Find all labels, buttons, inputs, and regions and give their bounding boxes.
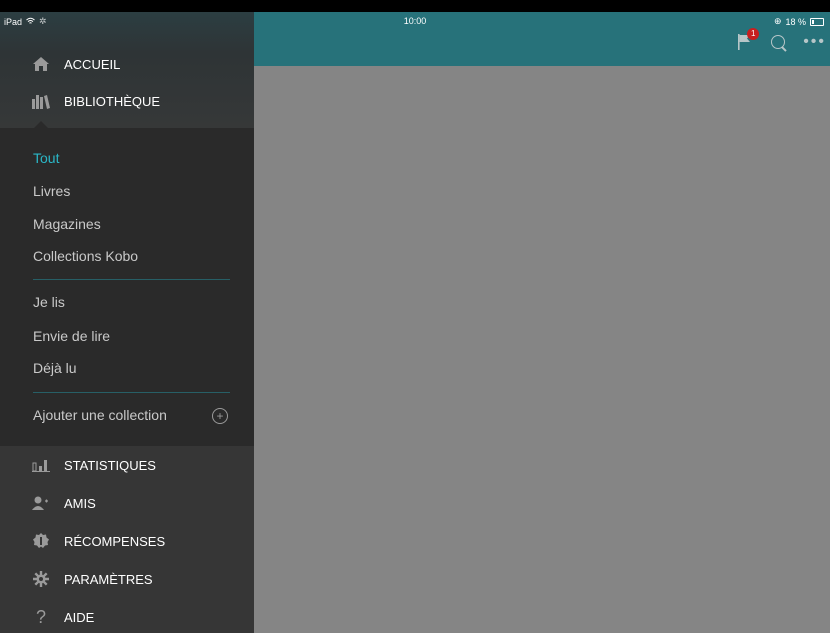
submenu-pointer: [34, 121, 48, 128]
divider: [33, 279, 230, 280]
add-circle-icon[interactable]: +: [212, 408, 228, 424]
library-livres[interactable]: Livres: [33, 183, 70, 199]
help-icon: ?: [35, 606, 46, 627]
friends-icon: [30, 492, 52, 514]
screen: ACCUEIL BIBLIOTHÈQUE Tout Livres Magazin…: [0, 12, 830, 633]
notifications-flag-icon[interactable]: 1: [737, 28, 760, 50]
nav-item-accueil[interactable]: ACCUEIL: [0, 46, 254, 82]
library-magazines[interactable]: Magazines: [33, 216, 101, 232]
nav-item-bibliotheque[interactable]: BIBLIOTHÈQUE: [0, 83, 254, 119]
search-icon[interactable]: [771, 35, 786, 49]
library-submenu: [0, 128, 254, 446]
library-collections-kobo[interactable]: Collections Kobo: [33, 248, 138, 264]
rewards-icon: [30, 530, 52, 552]
stats-icon: [30, 454, 52, 476]
status-time: 10:00: [403, 16, 427, 26]
nav-item-recompenses[interactable]: RÉCOMPENSES: [0, 523, 254, 559]
library-icon: [30, 90, 52, 112]
nav-item-parametres[interactable]: PARAMÈTRES: [0, 561, 254, 597]
nav-item-aide[interactable]: ? AIDE: [0, 599, 254, 633]
battery-icon: [810, 17, 824, 26]
reading-envie-de-lire[interactable]: Envie de lire: [33, 328, 110, 344]
divider: [33, 392, 230, 393]
library-tout[interactable]: Tout: [33, 150, 59, 166]
reading-je-lis[interactable]: Je lis: [33, 294, 65, 310]
more-icon[interactable]: •••: [803, 34, 826, 50]
nav-item-statistiques[interactable]: STATISTIQUES: [0, 447, 254, 483]
reading-deja-lu[interactable]: Déjà lu: [33, 360, 77, 376]
nav-item-amis[interactable]: AMIS: [0, 485, 254, 521]
main-content: [254, 66, 830, 633]
sidebar: ACCUEIL BIBLIOTHÈQUE Tout Livres Magazin…: [0, 12, 254, 633]
battery-percent: 18 %: [785, 16, 806, 27]
status-bar: iPad ✲ 10:00 ⊕ 18 %: [0, 12, 830, 32]
settings-icon: [30, 568, 52, 590]
device-frame: iPad ✲ 10:00 ⊕ 18 % ACCUEIL BIBLIOTHÈQUE…: [0, 0, 830, 633]
rotation-lock-icon: ⊕: [773, 16, 782, 26]
home-icon: [30, 53, 52, 75]
add-collection-button[interactable]: Ajouter une collection: [33, 407, 167, 423]
